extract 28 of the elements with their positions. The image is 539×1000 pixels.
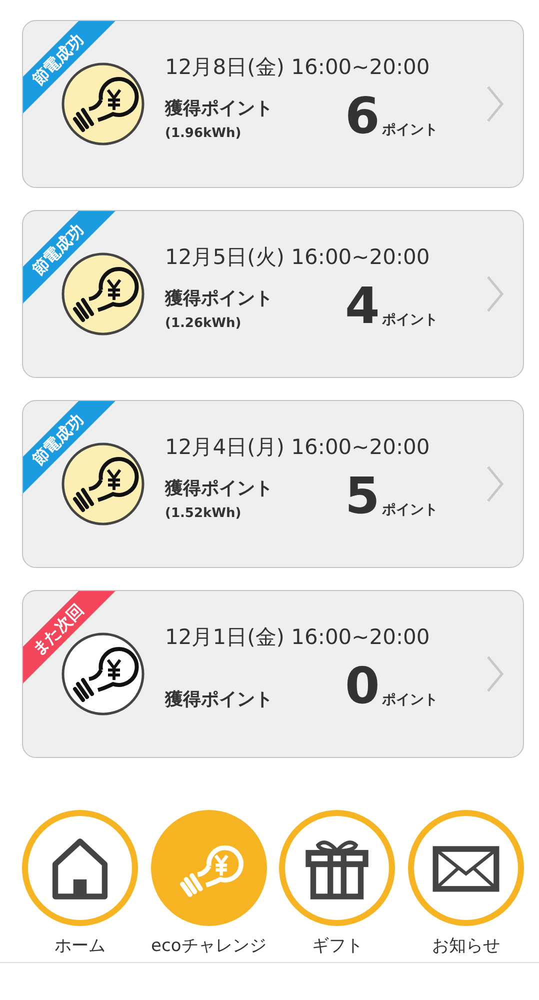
event-date: 12月1日(金) 16:00~20:00 — [165, 624, 431, 651]
points-label: 獲得ポイント — [165, 97, 274, 120]
points-value: 5 — [345, 471, 380, 521]
points-value: 4 — [345, 281, 380, 331]
chevron-icon — [485, 274, 505, 314]
points-unit: ポイント — [382, 121, 438, 140]
energy-saved: (1.52kWh) — [165, 506, 242, 521]
lightbulb-icon — [61, 632, 145, 716]
points-label: 獲得ポイント — [165, 287, 274, 310]
chevron-icon — [485, 464, 505, 504]
event-date: 12月4日(月) 16:00~20:00 — [165, 434, 431, 461]
chevron-icon — [485, 654, 505, 694]
history-card[interactable]: 節電成功 12月8日(金) 16:00~20:00 獲得ポイント (1.96kWh) 6 ポイント — [22, 20, 524, 188]
points-label: 獲得ポイント — [165, 688, 274, 711]
history-card[interactable]: 節電成功 12月4日(月) 16:00~20:00 獲得ポイント (1.52kWh) 5 ポイント — [22, 400, 524, 568]
points-unit: ポイント — [382, 501, 438, 520]
event-date: 12月8日(金) 16:00~20:00 — [165, 54, 431, 81]
points-unit: ポイント — [382, 691, 438, 710]
history-card[interactable]: 節電成功 12月5日(火) 16:00~20:00 獲得ポイント (1.26kWh) 4 ポイント — [22, 210, 524, 378]
event-date: 12月5日(火) 16:00~20:00 — [165, 244, 431, 271]
chevron-icon — [485, 84, 505, 124]
energy-saved: (1.96kWh) — [165, 126, 242, 141]
energy-saved: (1.26kWh) — [165, 316, 242, 331]
points-value: 0 — [345, 661, 380, 711]
points-unit: ポイント — [382, 311, 438, 330]
history-card[interactable]: また次回 12月1日(金) 16:00~20:00 獲得ポイント 0 ポイント — [22, 590, 524, 758]
points-label: 獲得ポイント — [165, 477, 274, 500]
points-value: 6 — [345, 91, 380, 141]
